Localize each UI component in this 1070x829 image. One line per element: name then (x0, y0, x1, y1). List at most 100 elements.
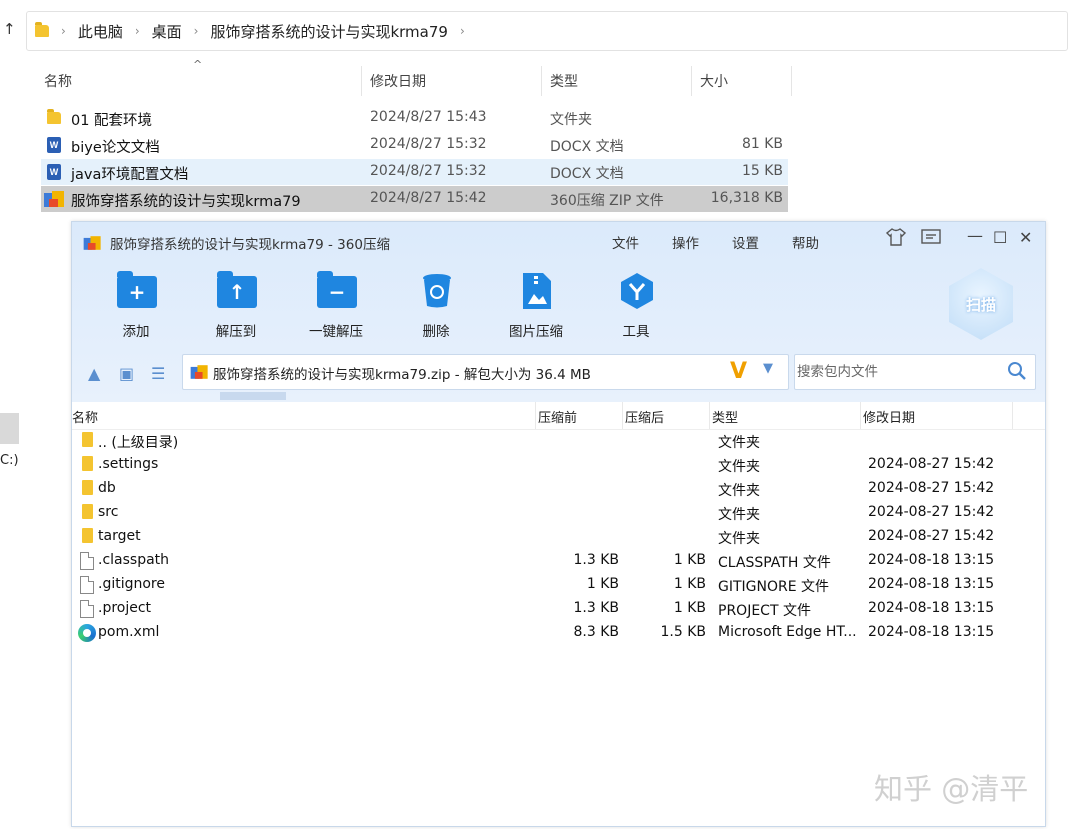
nav-pane-item[interactable] (0, 413, 19, 444)
file-row[interactable]: W biye论文文档 2024/8/27 15:32 DOCX 文档 81 KB (41, 132, 788, 158)
breadcrumb-this-pc[interactable]: 此电脑 (78, 21, 123, 42)
breadcrumb-desktop[interactable]: 桌面 (152, 21, 182, 42)
entry-modified: 2024-08-18 13:15 (868, 600, 995, 616)
one-click-extract-icon: − (317, 271, 357, 308)
file-row[interactable]: W java环境配置文档 2024/8/27 15:32 DOCX 文档 15 … (41, 159, 788, 185)
drive-label[interactable]: C:) (0, 453, 19, 468)
add-label: 添加 (122, 324, 150, 340)
breadcrumb-current-folder[interactable]: 服饰穿搭系统的设计与实现krma79 (210, 21, 447, 42)
entry-size-before: 1 KB (586, 576, 619, 592)
file-size: 81 KB (741, 136, 783, 152)
entry-name: .project (98, 600, 152, 616)
file-icon (78, 600, 94, 618)
column-compressed-after[interactable]: 压缩后 (625, 407, 664, 426)
entry-modified: 2024-08-18 13:15 (868, 576, 995, 592)
column-name[interactable]: 名称 (44, 71, 72, 91)
scan-label: 扫描 (965, 296, 996, 314)
v-badge-icon[interactable]: V (730, 359, 747, 384)
entry-name: pom.xml (98, 624, 160, 640)
scroll-thumb[interactable] (220, 392, 286, 400)
image-compress-button[interactable]: 图片压缩 (493, 272, 579, 342)
scan-button[interactable]: 扫描 (949, 268, 1013, 340)
image-compress-label: 图片压缩 (509, 324, 563, 340)
maximize-icon[interactable]: ☐ (993, 228, 1007, 247)
folder-icon (78, 504, 93, 519)
archive-row[interactable]: .. (上级目录) 文件夹 (72, 429, 1045, 453)
chevron-down-icon[interactable]: ▼ (763, 361, 773, 376)
search-input[interactable] (797, 357, 997, 387)
file-row-selected[interactable]: 服饰穿搭系统的设计与实现krma79 2024/8/27 15:42 360压缩… (41, 186, 788, 212)
minimize-icon[interactable]: — (967, 226, 983, 245)
entry-name: target (98, 528, 141, 544)
menu-file[interactable]: 文件 (612, 232, 639, 252)
entry-type: GITIGNORE 文件 (718, 579, 830, 595)
archive-row[interactable]: target 文件夹 2024-08-27 15:42 (72, 525, 1045, 549)
column-divider[interactable] (541, 66, 542, 96)
skin-shirt-icon[interactable] (885, 228, 907, 250)
folder-icon (78, 480, 93, 495)
file-row[interactable]: 01 配套环境 2024/8/27 15:43 文件夹 (41, 105, 788, 131)
column-divider[interactable] (361, 66, 362, 96)
edge-icon (78, 624, 96, 642)
entry-type: 文件夹 (718, 483, 760, 499)
menu-help[interactable]: 帮助 (792, 232, 819, 252)
chevron-right-icon: › (61, 24, 66, 38)
file-name: biye论文文档 (71, 140, 160, 156)
archive-path-text: 服饰穿搭系统的设计与实现krma79.zip - 解包大小为 36.4 MB (213, 367, 591, 383)
extract-to-icon: ↑ (217, 271, 257, 308)
thumbnail-view-icon[interactable]: ▣ (119, 364, 134, 383)
zip-archive-icon (44, 191, 66, 207)
column-modified[interactable]: 修改日期 (863, 407, 915, 426)
chevron-right-icon[interactable]: › (460, 24, 465, 38)
column-divider[interactable] (709, 402, 710, 429)
archive-row[interactable]: .gitignore 1 KB 1 KB GITIGNORE 文件 2024-0… (72, 573, 1045, 597)
zip-nav-bar: ▲ ▣ ☰ 服饰穿搭系统的设计与实现krma79.zip - 解包大小为 36.… (72, 350, 1045, 394)
folder-icon (78, 528, 93, 543)
file-type: 360压缩 ZIP 文件 (550, 193, 664, 209)
column-name[interactable]: 名称 (72, 407, 98, 426)
column-divider[interactable] (622, 402, 623, 429)
menu-operate[interactable]: 操作 (672, 232, 699, 252)
list-view-icon[interactable]: ☰ (151, 364, 165, 383)
column-divider[interactable] (535, 402, 536, 429)
explorer-column-header: ^ 名称 修改日期 类型 大小 (0, 58, 800, 98)
column-type[interactable]: 类型 (550, 71, 578, 91)
feedback-icon[interactable] (921, 228, 941, 250)
archive-search[interactable] (794, 354, 1036, 390)
archive-row[interactable]: .settings 文件夹 2024-08-27 15:42 (72, 453, 1045, 477)
menu-settings[interactable]: 设置 (732, 232, 759, 252)
column-modified[interactable]: 修改日期 (370, 71, 426, 91)
archive-row[interactable]: db 文件夹 2024-08-27 15:42 (72, 477, 1045, 501)
column-divider[interactable] (691, 66, 692, 96)
archive-row[interactable]: .classpath 1.3 KB 1 KB CLASSPATH 文件 2024… (72, 549, 1045, 573)
search-icon[interactable] (1007, 361, 1027, 381)
entry-size-after: 1 KB (673, 576, 706, 592)
archive-row[interactable]: .project 1.3 KB 1 KB PROJECT 文件 2024-08-… (72, 597, 1045, 621)
breadcrumb[interactable]: › 此电脑 › 桌面 › 服饰穿搭系统的设计与实现krma79 › (26, 11, 1068, 51)
up-level-icon[interactable]: ▲ (88, 364, 100, 383)
up-arrow-icon[interactable]: ↑ (3, 20, 16, 38)
add-button[interactable]: + 添加 (93, 271, 179, 342)
file-size: 16,318 KB (710, 190, 783, 206)
column-size[interactable]: 大小 (700, 71, 728, 91)
archive-path-box[interactable]: 服饰穿搭系统的设计与实现krma79.zip - 解包大小为 36.4 MB V… (182, 354, 789, 390)
column-divider[interactable] (791, 66, 792, 96)
column-type[interactable]: 类型 (712, 407, 738, 426)
zip-window-title: 服饰穿搭系统的设计与实现krma79 - 360压缩 (82, 233, 390, 253)
archive-row[interactable]: src 文件夹 2024-08-27 15:42 (72, 501, 1045, 525)
close-icon[interactable]: ✕ (1019, 228, 1032, 247)
zip-column-header: 名称 压缩前 压缩后 类型 修改日期 (72, 402, 1045, 430)
entry-size-after: 1 KB (673, 600, 706, 616)
one-click-extract-button[interactable]: − 一键解压 (293, 271, 379, 342)
column-compressed-before[interactable]: 压缩前 (538, 407, 577, 426)
entry-size-after: 1 KB (673, 552, 706, 568)
extract-to-button[interactable]: ↑ 解压到 (193, 271, 279, 342)
entry-modified: 2024-08-18 13:15 (868, 552, 995, 568)
tools-button[interactable]: 工具 (593, 272, 679, 342)
archive-row[interactable]: pom.xml 8.3 KB 1.5 KB Microsoft Edge HT.… (72, 621, 1045, 645)
column-divider[interactable] (1012, 402, 1013, 429)
column-divider[interactable] (860, 402, 861, 429)
file-icon (78, 576, 94, 594)
delete-button[interactable]: 删除 (393, 272, 479, 342)
file-modified: 2024/8/27 15:43 (370, 109, 487, 125)
